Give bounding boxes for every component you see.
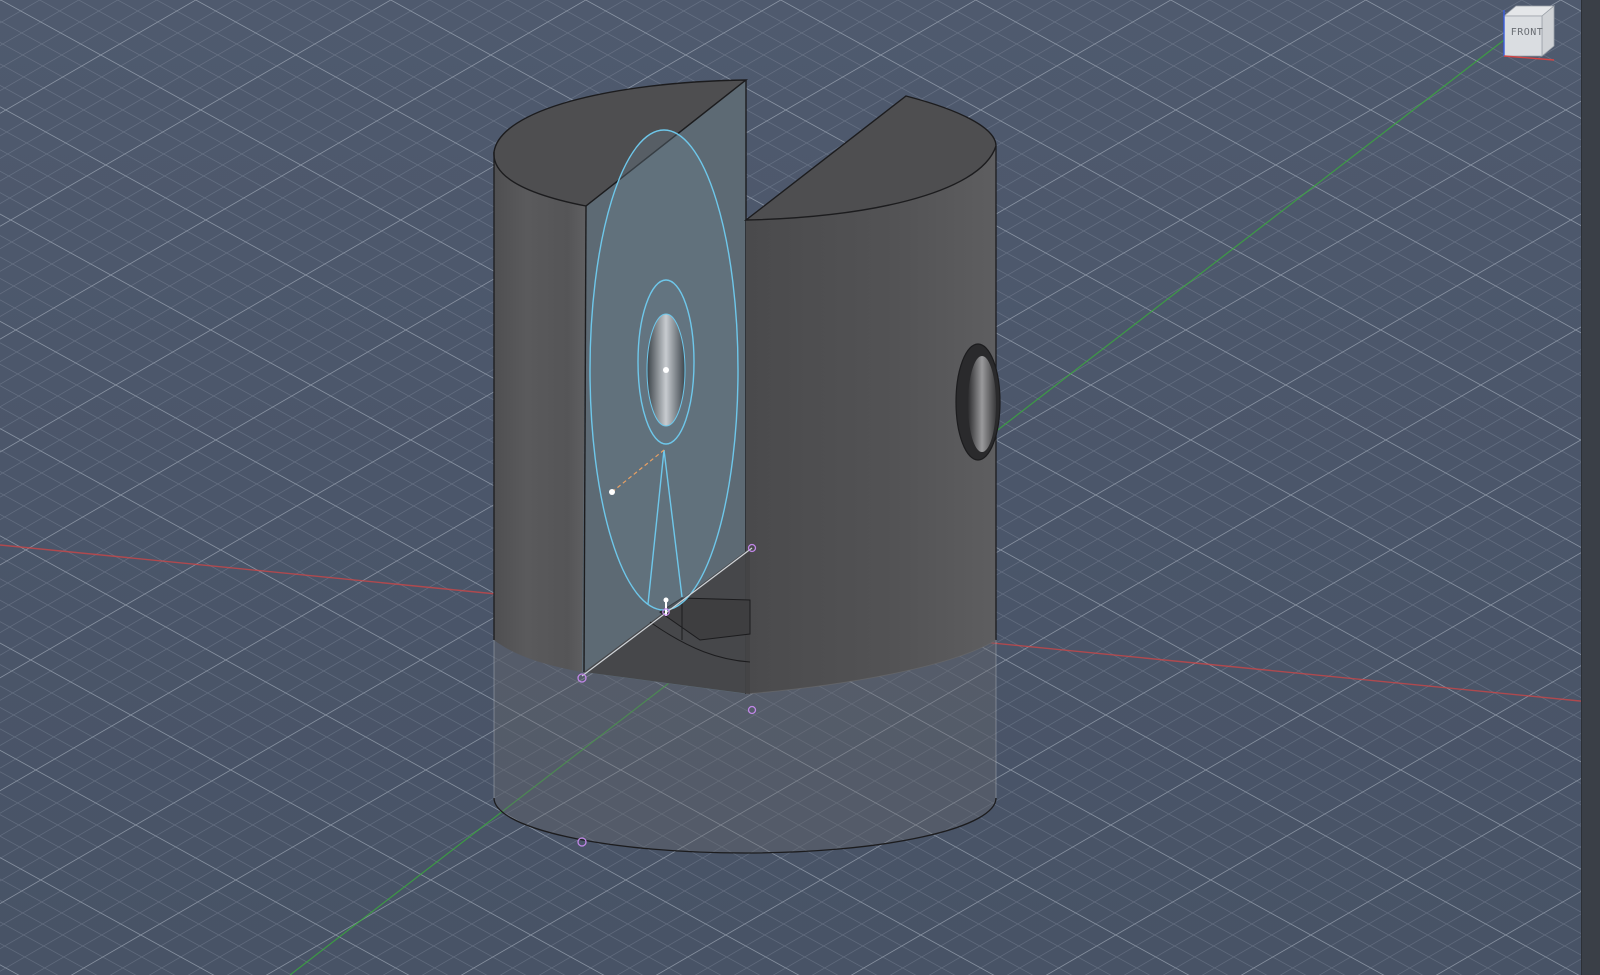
viewcube[interactable]: FRONT [1496, 2, 1558, 62]
3d-viewport[interactable]: FRONT [0, 0, 1600, 975]
right-panel-edge [1581, 0, 1600, 975]
viewcube-face-label[interactable]: FRONT [1502, 27, 1552, 38]
sketch-center-point[interactable] [663, 367, 669, 373]
sketch-point[interactable] [609, 489, 615, 495]
side-hole[interactable] [955, 343, 1001, 461]
scene-canvas[interactable] [0, 0, 1600, 975]
